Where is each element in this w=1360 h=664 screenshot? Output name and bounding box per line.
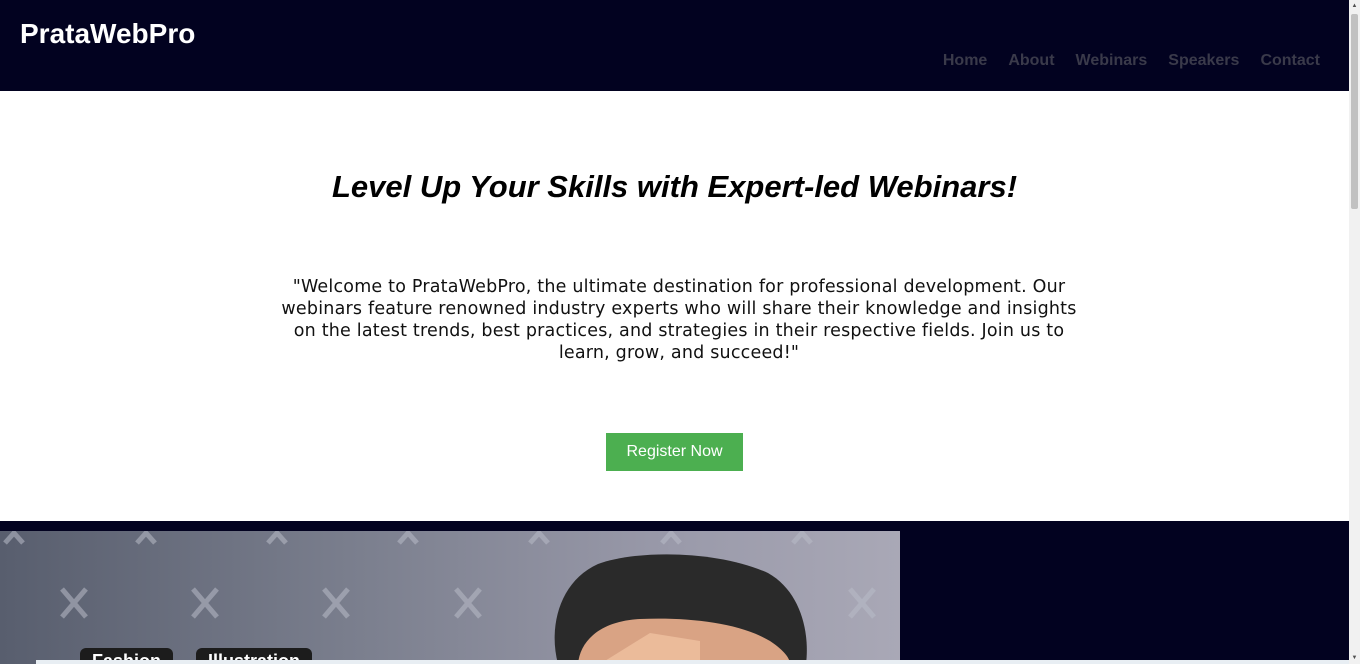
scroll-down-arrow-icon[interactable]: ▼ (1350, 653, 1359, 663)
site-logo[interactable]: PrataWebPro (20, 18, 195, 50)
nav-speakers[interactable]: Speakers (1168, 52, 1239, 70)
scroll-up-arrow-icon[interactable]: ▲ (1350, 1, 1359, 11)
featured-section: Fashion Illustration (0, 521, 1349, 664)
register-button[interactable]: Register Now (606, 433, 743, 471)
main-nav: Home About Webinars Speakers Contact (943, 52, 1320, 70)
featured-banner-image[interactable]: Fashion Illustration (0, 531, 900, 664)
banner-illustration (3, 531, 876, 664)
site-header: PrataWebPro Home About Webinars Speakers… (0, 0, 1349, 91)
scroll-thumb[interactable] (1351, 14, 1358, 209)
nav-about[interactable]: About (1008, 52, 1054, 70)
nav-home[interactable]: Home (943, 52, 987, 70)
hero-section: Level Up Your Skills with Expert-led Web… (0, 91, 1349, 521)
bottom-status-strip (36, 660, 1349, 664)
hero-description: "Welcome to PrataWebPro, the ultimate de… (281, 277, 1077, 363)
vertical-scrollbar[interactable]: ▲ ▼ (1349, 0, 1360, 664)
nav-contact[interactable]: Contact (1260, 52, 1320, 70)
hero-title: Level Up Your Skills with Expert-led Web… (331, 169, 1018, 204)
nav-webinars[interactable]: Webinars (1076, 52, 1148, 70)
